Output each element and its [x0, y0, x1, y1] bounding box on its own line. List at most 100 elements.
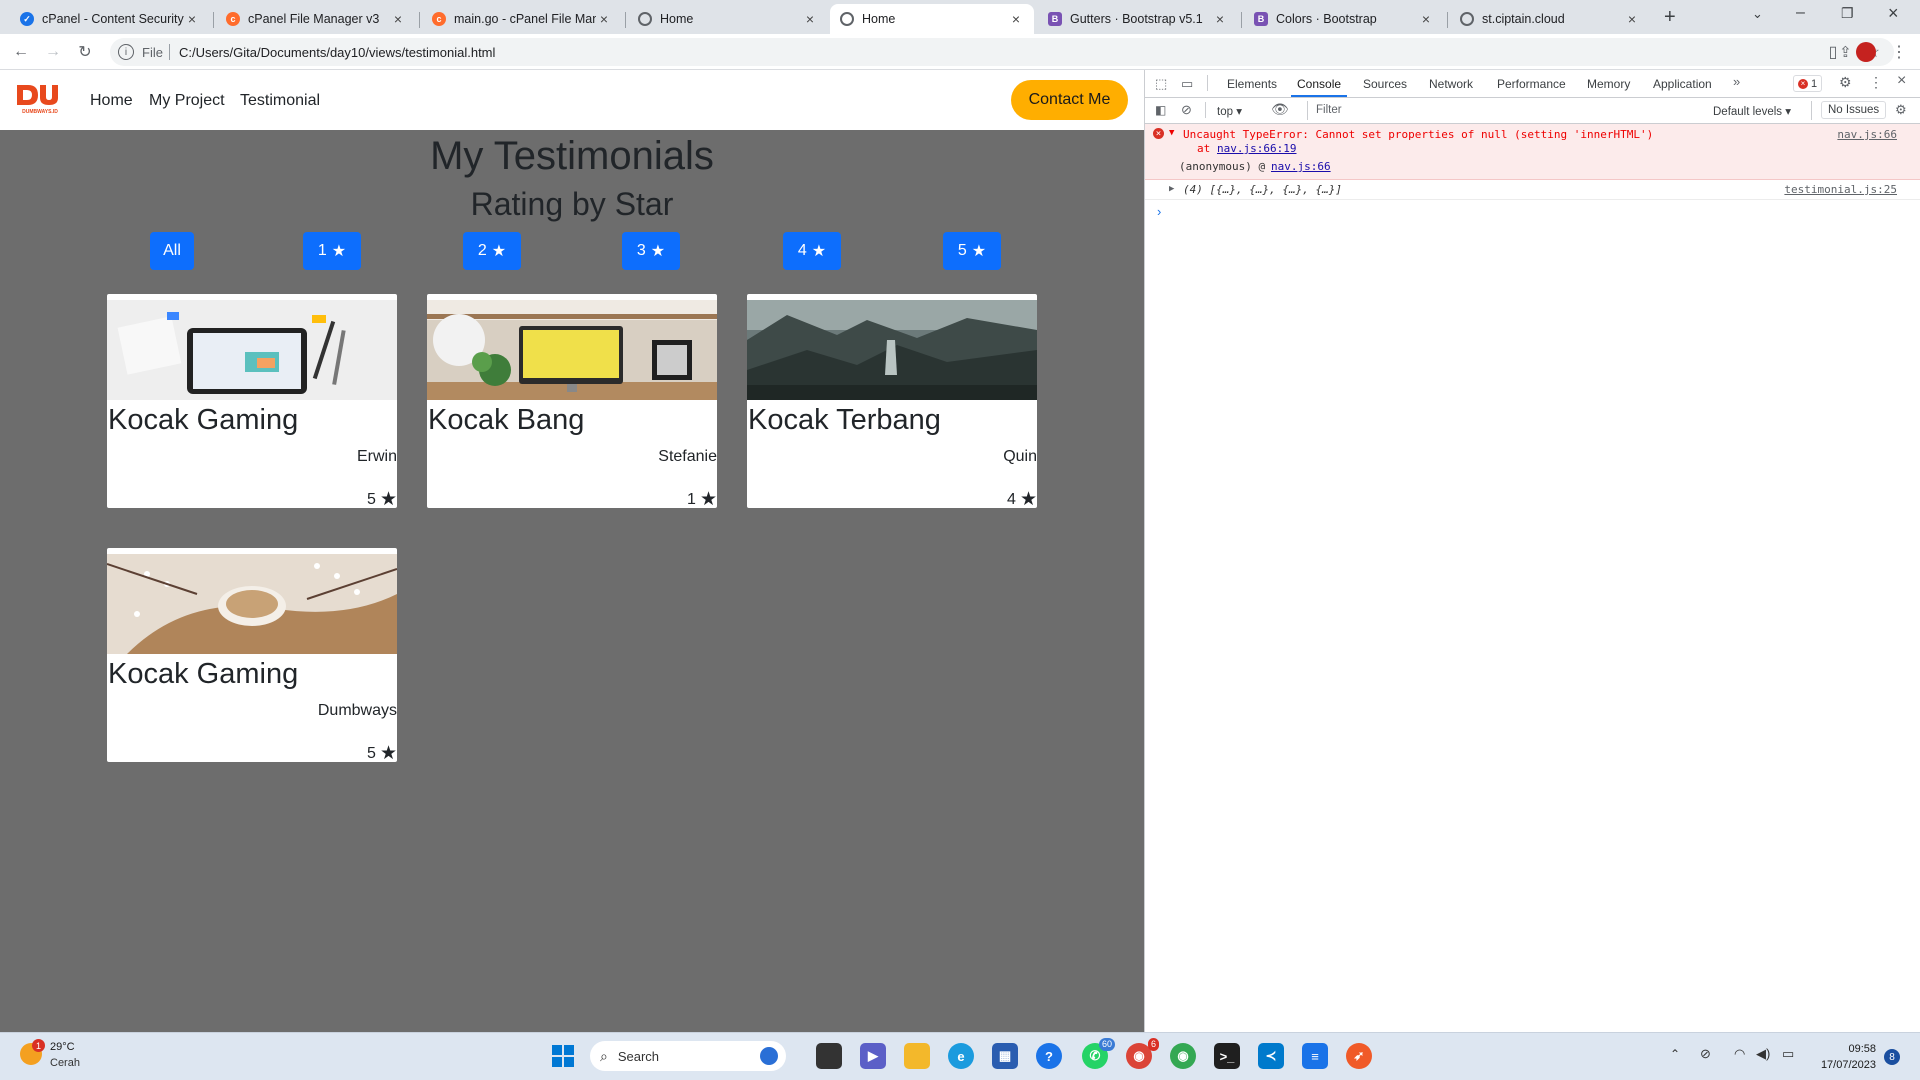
browser-tab[interactable]: Home × [628, 4, 828, 34]
volume-icon[interactable]: ◀) [1756, 1046, 1770, 1062]
context-selector[interactable]: top ▾ [1217, 104, 1242, 118]
back-arrow-icon[interactable]: ← [10, 41, 32, 63]
close-window-icon[interactable]: × [1888, 3, 1899, 24]
battery-icon[interactable]: ▭ [1782, 1046, 1794, 1062]
notification-badge[interactable]: 8 [1884, 1049, 1900, 1065]
dumbways-logo[interactable]: DUMBWAYS.ID [14, 82, 66, 116]
tab-elements[interactable]: Elements [1227, 77, 1277, 91]
page-title: My Testimonials [430, 134, 714, 178]
reload-icon[interactable]: ↻ [74, 41, 96, 63]
teams-icon[interactable]: ▶ [860, 1043, 886, 1069]
windows-start-icon[interactable] [552, 1045, 574, 1067]
nav-my-project[interactable]: My Project [149, 92, 225, 110]
wifi-icon[interactable]: ◠ [1734, 1046, 1745, 1062]
chrome-icon[interactable]: ◉ 6 [1126, 1038, 1159, 1069]
close-tab-icon[interactable]: × [1418, 11, 1434, 27]
clear-console-icon[interactable]: ⊘ [1181, 102, 1192, 118]
stack-link[interactable]: nav.js:66:19 [1217, 142, 1296, 155]
more-menu-icon[interactable]: ⋮ [1888, 41, 1910, 63]
inspect-element-icon[interactable]: ⬚ [1155, 76, 1167, 92]
console-filter-input[interactable]: Filter [1307, 101, 1679, 120]
error-source-link[interactable]: nav.js:66 [1837, 128, 1897, 141]
log-array-text[interactable]: (4) [{…}, {…}, {…}, {…}] [1183, 183, 1342, 196]
browser-tab[interactable]: B Gutters · Bootstrap v5.1 × [1038, 4, 1238, 34]
tab-console[interactable]: Console [1297, 77, 1341, 91]
console-settings-icon[interactable]: ⚙ [1895, 102, 1907, 118]
url-text[interactable]: C:/Users/Gita/Documents/day10/views/test… [179, 45, 495, 60]
close-tab-icon[interactable]: × [390, 11, 406, 27]
log-levels-dropdown[interactable]: Default levels ▾ [1713, 104, 1791, 118]
browser-tab[interactable]: c main.go - cPanel File Mana × [422, 4, 622, 34]
minimize-icon[interactable]: – [1796, 4, 1805, 22]
notepad-icon[interactable]: ≡ [1302, 1043, 1328, 1069]
filter-1-star-button[interactable]: 1 ★ [303, 232, 361, 270]
browser-tab[interactable]: B Colors · Bootstrap × [1244, 4, 1444, 34]
close-tab-icon[interactable]: × [1008, 11, 1024, 27]
expand-triangle-icon[interactable]: ▶ [1169, 184, 1174, 194]
close-tab-icon[interactable]: × [596, 11, 612, 27]
weather-desc[interactable]: Cerah [50, 1057, 80, 1069]
devtools-menu-icon[interactable]: ⋮ [1869, 74, 1883, 91]
whatsapp-icon[interactable]: ✆ 60 [1082, 1038, 1115, 1069]
chrome-profile-icon[interactable]: ◉ [1170, 1043, 1196, 1069]
filter-4-star-button[interactable]: 4 ★ [783, 232, 841, 270]
close-tab-icon[interactable]: × [184, 11, 200, 27]
filter-all-button[interactable]: All [150, 232, 194, 270]
filter-5-star-button[interactable]: 5 ★ [943, 232, 1001, 270]
terminal-icon[interactable]: >_ [1214, 1043, 1240, 1069]
close-tab-icon[interactable]: × [802, 11, 818, 27]
help-icon[interactable]: ? [1036, 1043, 1062, 1069]
filter-2-star-button[interactable]: 2 ★ [463, 232, 521, 270]
more-tabs-icon[interactable]: » [1733, 74, 1740, 89]
file-explorer-icon[interactable] [904, 1043, 930, 1069]
tab-performance[interactable]: Performance [1497, 77, 1566, 91]
close-devtools-icon[interactable]: × [1897, 72, 1906, 90]
taskbar-search[interactable]: ⌕ Search [590, 1041, 786, 1071]
postman-icon[interactable]: ➶ [1346, 1043, 1372, 1069]
filter-3-star-button[interactable]: 3 ★ [622, 232, 680, 270]
edge-icon[interactable]: e [948, 1043, 974, 1069]
browser-tab[interactable]: ✓ cPanel - Content Security P × [10, 4, 210, 34]
issues-button[interactable]: No Issues [1821, 101, 1887, 119]
tray-chevron-icon[interactable]: ⌃ [1670, 1047, 1680, 1061]
filter-label: 5 [957, 242, 967, 259]
device-toolbar-icon[interactable]: ▭ [1181, 76, 1193, 92]
forward-arrow-icon[interactable]: → [42, 41, 64, 63]
contact-me-button[interactable]: Contact Me [1011, 80, 1128, 120]
weather-sun-icon[interactable]: 1 [20, 1039, 45, 1065]
tab-search-icon[interactable]: ⌄ [1752, 6, 1763, 22]
close-tab-icon[interactable]: × [1624, 11, 1640, 27]
network-off-icon[interactable]: ⊘ [1700, 1046, 1711, 1062]
browser-tab-active[interactable]: Home × [830, 4, 1034, 34]
browser-tab[interactable]: c cPanel File Manager v3 × [216, 4, 416, 34]
clock-time[interactable]: 09:58 [1820, 1043, 1876, 1055]
side-panel-icon[interactable]: ▯ [1822, 41, 1844, 63]
log-source-link[interactable]: testimonial.js:25 [1784, 183, 1897, 196]
address-bar[interactable]: i File C:/Users/Gita/Documents/day10/vie… [110, 38, 1894, 66]
new-tab-button[interactable]: + [1664, 6, 1676, 29]
settings-gear-icon[interactable]: ⚙ [1839, 74, 1852, 91]
vscode-icon[interactable]: ≺ [1258, 1043, 1284, 1069]
task-view-icon[interactable] [816, 1043, 842, 1069]
console-prompt[interactable]: › [1157, 204, 1161, 219]
restore-icon[interactable]: ❐ [1841, 5, 1854, 22]
error-counter[interactable]: × 1 [1793, 75, 1823, 92]
live-expression-eye-icon[interactable]: 👁 [1271, 101, 1289, 118]
store-icon[interactable]: ▦ [992, 1043, 1018, 1069]
avatar[interactable] [1856, 42, 1876, 62]
expand-triangle-icon[interactable]: ▼ [1169, 128, 1174, 138]
clock-date[interactable]: 17/07/2023 [1812, 1059, 1876, 1071]
stack-link[interactable]: nav.js:66 [1271, 160, 1331, 173]
close-tab-icon[interactable]: × [1212, 11, 1228, 27]
nav-home[interactable]: Home [90, 92, 133, 110]
tab-application[interactable]: Application [1653, 77, 1712, 91]
info-icon[interactable]: i [118, 44, 134, 60]
tab-sources[interactable]: Sources [1363, 77, 1407, 91]
nav-testimonial[interactable]: Testimonial [240, 92, 320, 110]
console-log-message: ▶ (4) [{…}, {…}, {…}, {…}] testimonial.j… [1145, 180, 1920, 200]
tab-network[interactable]: Network [1429, 77, 1473, 91]
sidebar-toggle-icon[interactable]: ◧ [1155, 103, 1166, 117]
tab-memory[interactable]: Memory [1587, 77, 1630, 91]
browser-tab[interactable]: st.ciptain.cloud × [1450, 4, 1650, 34]
weather-temp[interactable]: 29°C [50, 1041, 75, 1053]
